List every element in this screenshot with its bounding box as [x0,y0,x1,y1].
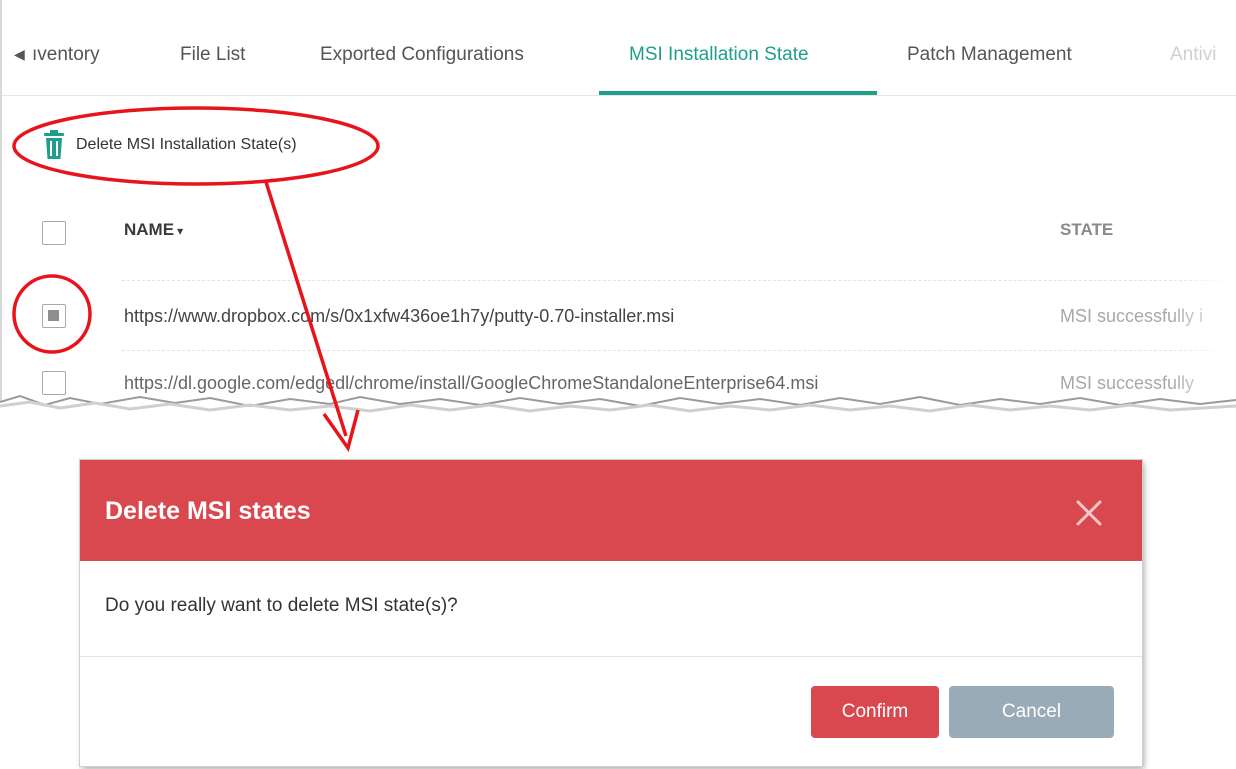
select-all-checkbox[interactable] [42,221,66,245]
row-divider [122,280,1232,281]
msi-state-panel: ◀ ıventory File List Exported Configurat… [0,0,1236,405]
column-header-name[interactable]: NAME ▾ [124,220,183,240]
column-header-name-label: NAME [124,220,175,239]
trash-icon [44,130,64,159]
dialog-message: Do you really want to delete MSI state(s… [105,595,458,616]
row-divider [122,350,1232,351]
tab-msi-installation-state[interactable]: MSI Installation State [629,44,809,66]
delete-msi-states-dialog: Delete MSI states Do you really want to … [80,460,1142,766]
active-tab-indicator [599,91,877,95]
tab-bar: ◀ ıventory File List Exported Configurat… [2,0,1236,96]
tab-antivirus[interactable]: Antivi [1170,44,1216,66]
close-icon[interactable] [1074,498,1104,528]
sort-descending-icon: ▾ [177,224,184,238]
dialog-body: Do you really want to delete MSI state(s… [80,561,1142,657]
tab-scroll-left-icon[interactable]: ◀ [14,46,25,63]
tab-exported-configurations[interactable]: Exported Configurations [320,44,524,66]
delete-msi-state-button[interactable]: Delete MSI Installation State(s) [42,127,297,163]
dialog-header: Delete MSI states [80,460,1142,561]
column-header-state[interactable]: STATE [1060,220,1113,240]
msi-name: https://www.dropbox.com/s/0x1xfw436oe1h7… [124,306,675,326]
delete-msi-state-label: Delete MSI Installation State(s) [76,136,297,153]
tab-file-list[interactable]: File List [180,44,245,66]
tab-inventory[interactable]: ıventory [32,44,100,66]
confirm-button[interactable]: Confirm [811,686,939,738]
torn-edge [0,394,1236,430]
cancel-button[interactable]: Cancel [949,686,1114,738]
dialog-title: Delete MSI states [105,497,311,525]
tab-patch-management[interactable]: Patch Management [907,44,1072,66]
row-checkbox[interactable] [42,304,66,328]
